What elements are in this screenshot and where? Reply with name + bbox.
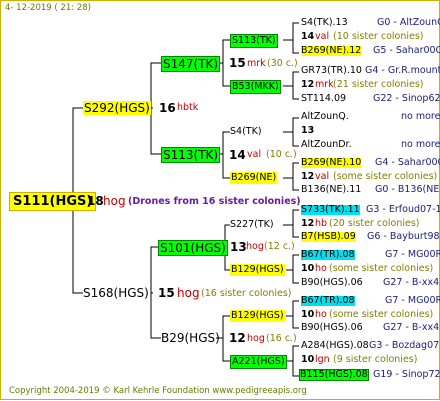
gen4-8-queen-source: G3 - Bozdag07R bbox=[369, 340, 440, 351]
queen-gen1-1[interactable]: S292(HGS) bbox=[83, 101, 151, 115]
queen-gen3-3[interactable]: S4(TK) bbox=[230, 127, 262, 137]
gen2-3-dim: hog bbox=[246, 241, 264, 252]
queen-root[interactable]: S111(HGS) bbox=[9, 192, 97, 211]
root-note: (Drones from 16 sister colonies) bbox=[128, 196, 301, 207]
gen4-8-drone[interactable]: B115(HGS).08 bbox=[299, 369, 369, 381]
gen4-8-note: (9 sister colonies) bbox=[333, 354, 418, 365]
gen4-5-drone[interactable]: B7(HSB).09 bbox=[301, 232, 356, 242]
gen4-1-queen[interactable]: S4(TK).13 bbox=[301, 18, 348, 28]
gen4-6-drone[interactable]: B90(HGS).06 bbox=[301, 278, 363, 288]
gen4-7-num: 10 bbox=[301, 309, 315, 320]
gen4-8-queen[interactable]: A284(HGS).08 bbox=[301, 341, 369, 351]
gen1-2-note: (16 sister colonies) bbox=[201, 288, 292, 299]
gen4-4-drone[interactable]: B136(NE).11 bbox=[301, 185, 361, 195]
gen4-5-note: (20 sister colonies) bbox=[329, 218, 420, 229]
gen4-3-num: 13 bbox=[301, 125, 315, 136]
footer-copyright: Copyright 2004-2019 © Karl Kehrle Founda… bbox=[9, 386, 307, 396]
gen4-6-queen[interactable]: B67(TR).08 bbox=[301, 250, 355, 260]
gen4-6-dim: ho bbox=[315, 263, 327, 274]
gen4-5-dim: hb bbox=[315, 218, 328, 229]
queen-gen3-7[interactable]: B129(HGS) bbox=[230, 310, 285, 322]
gen4-4-drone-source: G0 - B136(NE) bbox=[375, 184, 440, 195]
gen4-1-drone[interactable]: B269(NE).12 bbox=[301, 46, 362, 56]
gen4-1-queen-source: G0 - AltZounQ bbox=[377, 17, 440, 28]
root-num: 18 bbox=[87, 194, 104, 208]
print-date: 4- 12-2019 ( 21: 28) bbox=[5, 3, 91, 13]
queen-gen2-4[interactable]: B29(HGS) bbox=[161, 332, 220, 344]
queen-gen2-2[interactable]: S113(TK) bbox=[161, 147, 221, 163]
gen4-3-drone[interactable]: AltZounDr. bbox=[301, 140, 352, 150]
queen-gen3-4[interactable]: B269(NE) bbox=[230, 172, 278, 184]
gen2-3-note: (12 c.) bbox=[264, 241, 295, 252]
gen4-2-dim: mrk bbox=[315, 79, 334, 90]
gen1-1-num: 16 bbox=[159, 101, 176, 115]
gen4-8-num: 10 bbox=[301, 354, 315, 365]
gen4-6-drone-source: G27 - B-xx43 bbox=[383, 277, 440, 288]
gen4-1-drone-source: G5 - Sahar00Q bbox=[373, 45, 440, 56]
gen4-4-queen[interactable]: B269(NE).10 bbox=[301, 158, 362, 168]
queen-gen3-1[interactable]: S113(TK) bbox=[230, 34, 278, 48]
queen-gen1-2[interactable]: S168(HGS) bbox=[83, 287, 149, 299]
gen4-2-queen[interactable]: GR73(TR).10 bbox=[301, 66, 362, 76]
gen4-7-queen-source: G7 - MG00R bbox=[385, 295, 440, 306]
gen4-6-note: (some sister colonies) bbox=[329, 263, 434, 274]
gen4-4-queen-source: G4 - Sahar00Q bbox=[375, 157, 440, 168]
gen4-4-note: (some sister colonies) bbox=[333, 171, 438, 182]
gen2-4-note: (16 c.) bbox=[266, 333, 297, 344]
gen1-2-num: 15 bbox=[158, 286, 175, 300]
gen4-7-drone[interactable]: B90(HGS).06 bbox=[301, 323, 363, 333]
gen4-5-drone-source: G6 - Bayburt98-3 bbox=[367, 231, 440, 242]
queen-gen2-3[interactable]: S101(HGS) bbox=[158, 240, 228, 256]
gen4-7-dim: ho bbox=[315, 309, 327, 320]
gen2-1-dim: mrk bbox=[247, 58, 266, 69]
gen4-7-drone-source: G27 - B-xx43 bbox=[383, 322, 440, 333]
gen4-6-num: 10 bbox=[301, 263, 315, 274]
gen4-8-drone-source: G19 - Sinop72R bbox=[373, 369, 440, 380]
gen1-1-dim: hbtk bbox=[177, 102, 199, 113]
gen2-1-note: (30 c.) bbox=[267, 58, 298, 69]
gen2-4-dim: hog bbox=[247, 333, 265, 344]
gen1-2-dim: hog bbox=[177, 286, 200, 300]
gen4-7-note: (some sister colonies) bbox=[329, 309, 434, 320]
gen2-2-dim: val bbox=[247, 149, 262, 160]
gen4-7-queen[interactable]: B67(TR).08 bbox=[301, 296, 355, 306]
gen2-2-note: (10 c.) bbox=[266, 149, 297, 160]
gen2-3-num: 13 bbox=[230, 240, 247, 254]
gen4-1-note: (10 sister colonies) bbox=[333, 31, 424, 42]
gen4-5-queen[interactable]: S733(TK).11 bbox=[301, 205, 360, 215]
pedigree-chart: 4- 12-2019 ( 21: 28) S111(HGS) 18 hog (D… bbox=[0, 0, 440, 400]
gen4-5-num: 12 bbox=[301, 218, 315, 229]
gen4-4-dim: val bbox=[315, 171, 330, 182]
queen-gen3-6[interactable]: B129(HGS) bbox=[230, 264, 285, 276]
gen4-2-drone-source: G22 - Sinop62R bbox=[373, 93, 440, 104]
queen-gen2-1[interactable]: S147(TK) bbox=[161, 56, 221, 72]
gen4-5-queen-source: G3 - Erfoud07-1Q bbox=[366, 204, 440, 215]
queen-gen3-5[interactable]: S227(TK) bbox=[230, 220, 274, 230]
gen4-3-queen[interactable]: AltZounQ. bbox=[301, 112, 349, 122]
gen4-3-queen-source: no more bbox=[401, 111, 440, 122]
gen4-2-queen-source: G4 - Gr.R.mounta bbox=[365, 65, 440, 76]
gen4-3-drone-source: no more bbox=[401, 139, 440, 150]
queen-gen3-8[interactable]: A221(HGS) bbox=[230, 355, 287, 369]
gen4-8-dim: lgn bbox=[315, 354, 330, 365]
gen2-2-num: 14 bbox=[229, 148, 246, 162]
gen4-2-drone[interactable]: ST114.09 bbox=[301, 94, 346, 104]
queen-gen3-2[interactable]: B53(MKK) bbox=[230, 80, 281, 94]
gen4-4-num: 12 bbox=[301, 171, 315, 182]
gen2-1-num: 15 bbox=[229, 56, 246, 70]
gen4-6-queen-source: G7 - MG00R bbox=[385, 249, 440, 260]
root-dim: hog bbox=[103, 194, 126, 208]
gen4-1-num: 14 bbox=[301, 31, 315, 42]
gen4-1-dim: val bbox=[315, 31, 330, 42]
gen4-2-note: (21 sister colonies) bbox=[333, 79, 424, 90]
gen2-4-num: 12 bbox=[229, 331, 246, 345]
gen4-2-num: 12 bbox=[301, 79, 315, 90]
